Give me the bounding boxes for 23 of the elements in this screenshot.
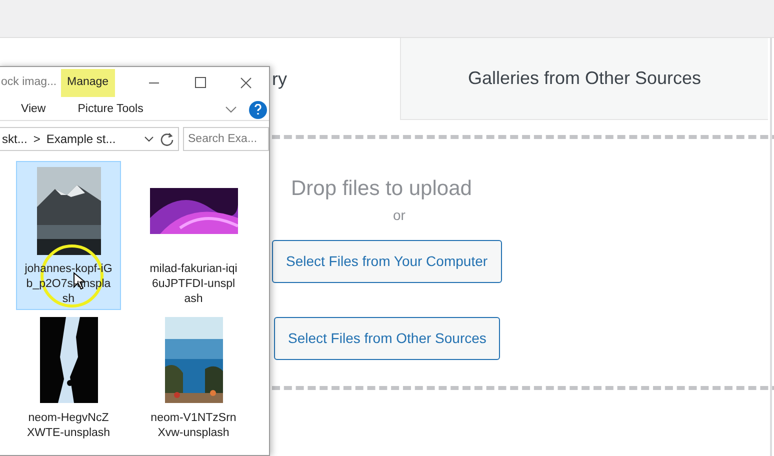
manage-tab[interactable]: Manage xyxy=(61,69,115,97)
search-field[interactable]: Search Exa... xyxy=(183,127,269,151)
help-icon[interactable] xyxy=(249,100,267,118)
file-item[interactable]: neom-V1NTzSrnXvw-unsplash xyxy=(141,310,246,444)
file-item[interactable]: milad-fakurian-iqi6uJPTFDI-unsplash xyxy=(141,161,246,310)
close-icon[interactable] xyxy=(239,77,253,89)
dropdown-icon[interactable] xyxy=(144,136,154,142)
select-files-button[interactable]: Select Files from Other Sources xyxy=(274,316,500,360)
window-title: ock imag... xyxy=(0,75,58,90)
or-text: or xyxy=(393,206,406,224)
ribbon-tab[interactable]: Picture Tools xyxy=(78,100,144,118)
file-item[interactable]: neom-HegvNcZXWTE-unsplash xyxy=(16,310,121,444)
maximize-icon[interactable] xyxy=(193,77,207,89)
ribbon-tab[interactable]: View xyxy=(21,100,46,118)
breadcrumb-separator: > xyxy=(33,131,40,148)
address-bar[interactable]: skt... > Example st... xyxy=(0,127,179,151)
drop-title: Drop files to upload xyxy=(291,176,472,202)
breadcrumb[interactable]: skt... xyxy=(2,130,28,148)
chevron-icon[interactable] xyxy=(225,106,237,114)
breadcrumb[interactable]: Example st... xyxy=(46,130,116,148)
refresh-icon[interactable] xyxy=(160,132,174,146)
tab[interactable]: Galleries from Other Sources xyxy=(400,38,768,120)
select-files-button[interactable]: Select Files from Your Computer xyxy=(272,240,502,282)
